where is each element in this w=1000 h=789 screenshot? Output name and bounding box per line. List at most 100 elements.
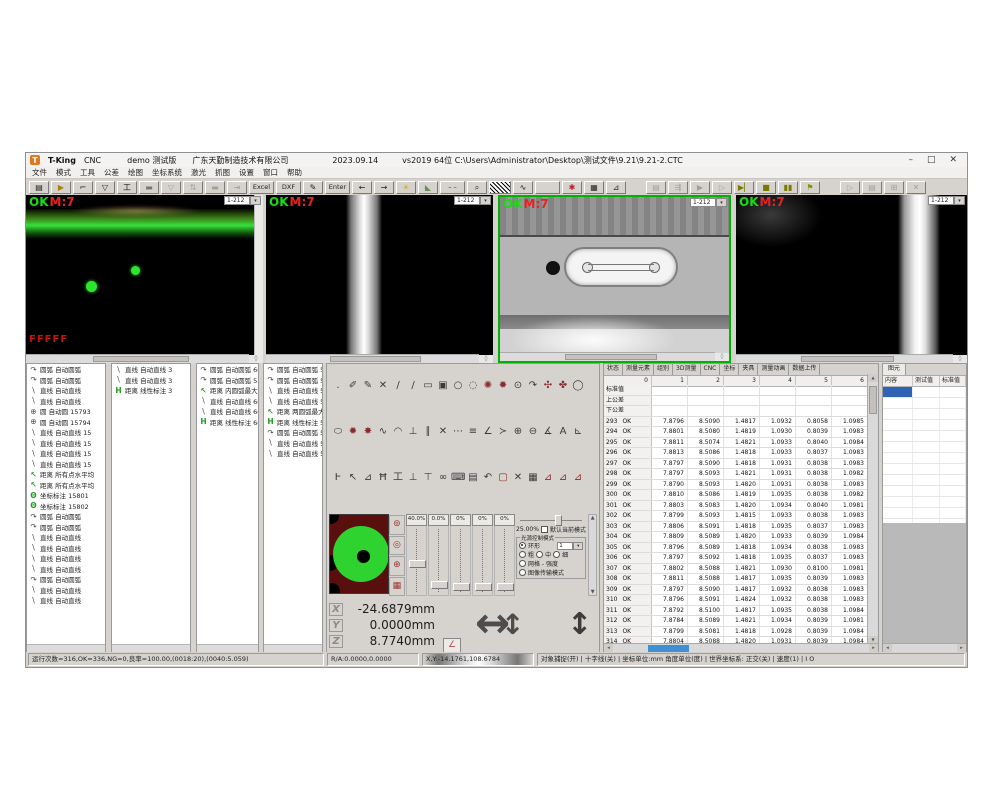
resize-grip-icon[interactable]: ◊ bbox=[715, 353, 729, 361]
measure-tool-icon[interactable]: ○ bbox=[451, 378, 465, 393]
measure-tool-icon[interactable]: ✸ bbox=[361, 424, 375, 439]
chevron-down-icon[interactable]: ▾ bbox=[716, 198, 727, 207]
toolbar-save-icon[interactable]: ▤ bbox=[29, 181, 49, 194]
list-item[interactable]: \直线 自动直线 bbox=[27, 553, 105, 564]
chevron-down-icon[interactable]: ▾ bbox=[480, 196, 491, 205]
menu-item-6[interactable]: 激光 bbox=[191, 167, 206, 178]
measure-tool-icon[interactable]: ▣ bbox=[436, 378, 450, 393]
list-item[interactable]: \直线 自动直线 15 bbox=[27, 448, 105, 459]
elements-row[interactable] bbox=[883, 486, 966, 497]
measure-tool-icon[interactable]: ▦ bbox=[526, 470, 540, 485]
default-mode-checkbox[interactable] bbox=[541, 526, 548, 533]
toolbar-arrow-right-icon[interactable]: → bbox=[374, 181, 394, 194]
list-item[interactable]: \直线 自动直线 66 bbox=[197, 406, 258, 417]
ring-mode-icon-3[interactable]: ▦ bbox=[389, 577, 405, 597]
close-button[interactable]: ✕ bbox=[949, 155, 957, 165]
ring-select[interactable]: 1▾ bbox=[557, 542, 583, 550]
camera-pane-2[interactable]: OKM:7 1-212▾ ◊ bbox=[266, 195, 493, 363]
table-tab-5[interactable]: 坐标 bbox=[720, 364, 739, 375]
list-item[interactable]: \直线 自动直线 55 bbox=[264, 396, 322, 407]
toolbar-run-cnc-icon[interactable]: ⚑ bbox=[800, 181, 820, 194]
toolbar-blank[interactable] bbox=[535, 181, 560, 194]
slider-thumb[interactable] bbox=[431, 581, 448, 589]
scroll-thumb[interactable] bbox=[648, 645, 689, 652]
chevron-down-icon[interactable]: ▾ bbox=[954, 196, 965, 205]
toolbar-column-icon[interactable]: 工 bbox=[117, 181, 137, 194]
measure-tool-icon[interactable]: ✤ bbox=[556, 378, 570, 393]
scroll-thumb[interactable] bbox=[93, 356, 189, 362]
list-item[interactable]: ↷圆弧 自动圆弧 55 bbox=[264, 364, 322, 375]
menu-item-10[interactable]: 帮助 bbox=[287, 167, 302, 178]
menu-item-1[interactable]: 模式 bbox=[56, 167, 71, 178]
camera-vscroll[interactable] bbox=[254, 195, 263, 355]
elements-column-header[interactable]: 测试值 bbox=[913, 376, 940, 386]
list-item[interactable]: ↷圆弧 自动圆弧 55 bbox=[264, 427, 322, 438]
table-row[interactable]: 310OK7.87968.50911.48241.09320.80381.098… bbox=[604, 595, 868, 606]
coarse-radio[interactable] bbox=[519, 551, 526, 558]
table-row[interactable]: 293OK7.87968.50901.48171.09320.80581.098… bbox=[604, 417, 868, 428]
toolbar-enter[interactable]: Enter bbox=[325, 181, 350, 194]
toolbar-zoom-tool-icon[interactable]: ⌕ bbox=[467, 181, 487, 194]
list-item[interactable]: \直线 自动直线 3 bbox=[112, 375, 190, 386]
list-item[interactable]: ⊕圆 自动圆 15793 bbox=[27, 406, 105, 417]
table-row[interactable]: 304OK7.88098.50891.48201.09330.80391.098… bbox=[604, 532, 868, 543]
list-item[interactable]: H距离 线性标注 66 bbox=[197, 417, 258, 428]
light-slider-track[interactable] bbox=[428, 526, 449, 596]
scroll-thumb[interactable] bbox=[869, 386, 877, 414]
scroll-up-icon[interactable]: ▲ bbox=[589, 515, 596, 521]
ring-mode-icon-1[interactable]: ◎ bbox=[389, 536, 405, 556]
table-row[interactable]: 上公差 bbox=[604, 396, 868, 407]
minimize-button[interactable]: – bbox=[908, 155, 913, 165]
elements-row[interactable] bbox=[883, 497, 966, 508]
measure-tool-icon[interactable]: ✣ bbox=[541, 378, 555, 393]
tab-elements[interactable]: 图元 bbox=[883, 364, 906, 375]
table-row[interactable]: 308OK7.88118.50881.48171.09350.80391.098… bbox=[604, 574, 868, 585]
list-item[interactable]: ↷圆弧 自动圆弧 bbox=[27, 522, 105, 533]
list-item[interactable]: ↷圆弧 自动圆弧 55 bbox=[264, 375, 322, 386]
list-item[interactable]: \直线 自动直线 15 bbox=[27, 438, 105, 449]
menu-item-4[interactable]: 绘图 bbox=[128, 167, 143, 178]
table-row[interactable]: 299OK7.87908.50931.48201.09310.80381.098… bbox=[604, 480, 868, 491]
camera-hscroll[interactable] bbox=[736, 354, 953, 363]
table-row[interactable]: 300OK7.88108.50861.48191.09350.80381.098… bbox=[604, 490, 868, 501]
table-row[interactable]: 311OK7.87928.51001.48171.09350.80381.098… bbox=[604, 606, 868, 617]
chevron-down-icon[interactable]: ▾ bbox=[250, 196, 261, 205]
measure-tool-icon[interactable]: ⬭ bbox=[331, 424, 345, 439]
table-tab-4[interactable]: CNC bbox=[701, 364, 721, 375]
measure-tool-icon[interactable]: ✐ bbox=[346, 378, 360, 393]
camera-pane-4[interactable]: OKM:7 1-212▾ ◊ bbox=[736, 195, 967, 363]
scroll-thumb[interactable] bbox=[565, 354, 657, 360]
toolbar-run-to-end-icon[interactable]: ▶▏ bbox=[734, 181, 754, 194]
list-item[interactable]: ↷圆弧 自动圆弧 66 bbox=[197, 364, 258, 375]
camera-selector[interactable]: 1-212▾ bbox=[928, 196, 965, 205]
table-row[interactable]: 301OK7.88038.50831.48201.09340.80401.098… bbox=[604, 501, 868, 512]
list-item[interactable]: H距离 线性标注 3 bbox=[112, 385, 190, 396]
scroll-up-icon[interactable]: ▲ bbox=[868, 374, 878, 382]
measure-tool-icon[interactable]: ↖ bbox=[346, 470, 360, 485]
menu-item-9[interactable]: 窗口 bbox=[263, 167, 278, 178]
elements-row[interactable] bbox=[883, 442, 966, 453]
menu-item-2[interactable]: 工具 bbox=[80, 167, 95, 178]
camera-selector[interactable]: 1-212▾ bbox=[690, 198, 727, 207]
list-item[interactable]: ↖距离 所有点水平均 bbox=[27, 469, 105, 480]
list-item[interactable]: Θ坐标标注 15802 bbox=[27, 501, 105, 512]
list-item[interactable]: \直线 自动直线 bbox=[27, 385, 105, 396]
elements-row[interactable] bbox=[883, 398, 966, 409]
measure-tool-icon[interactable]: ◯ bbox=[571, 378, 585, 393]
grid-radio[interactable] bbox=[519, 560, 526, 567]
measure-tool-icon[interactable]: ⊿ bbox=[556, 470, 570, 485]
elements-row[interactable] bbox=[883, 409, 966, 420]
camera-hscroll[interactable] bbox=[26, 354, 249, 363]
measure-tool-icon[interactable]: ⊤ bbox=[421, 470, 435, 485]
ring-radio[interactable] bbox=[519, 542, 526, 549]
table-tab-6[interactable]: 夹具 bbox=[739, 364, 758, 375]
measure-tool-icon[interactable]: ⊥ bbox=[406, 470, 420, 485]
list-item[interactable]: \直线 自动直线 bbox=[27, 532, 105, 543]
ring-mode-icon-0[interactable]: ⊚ bbox=[389, 515, 405, 535]
measure-tool-icon[interactable]: ∡ bbox=[541, 424, 555, 439]
measure-tool-icon[interactable]: . bbox=[331, 378, 345, 393]
elements-row[interactable] bbox=[883, 508, 966, 519]
table-tab-3[interactable]: 3D测量 bbox=[673, 364, 700, 375]
elements-row[interactable] bbox=[883, 420, 966, 431]
table-row[interactable]: 295OK7.88118.50741.48211.09330.80401.098… bbox=[604, 438, 868, 449]
